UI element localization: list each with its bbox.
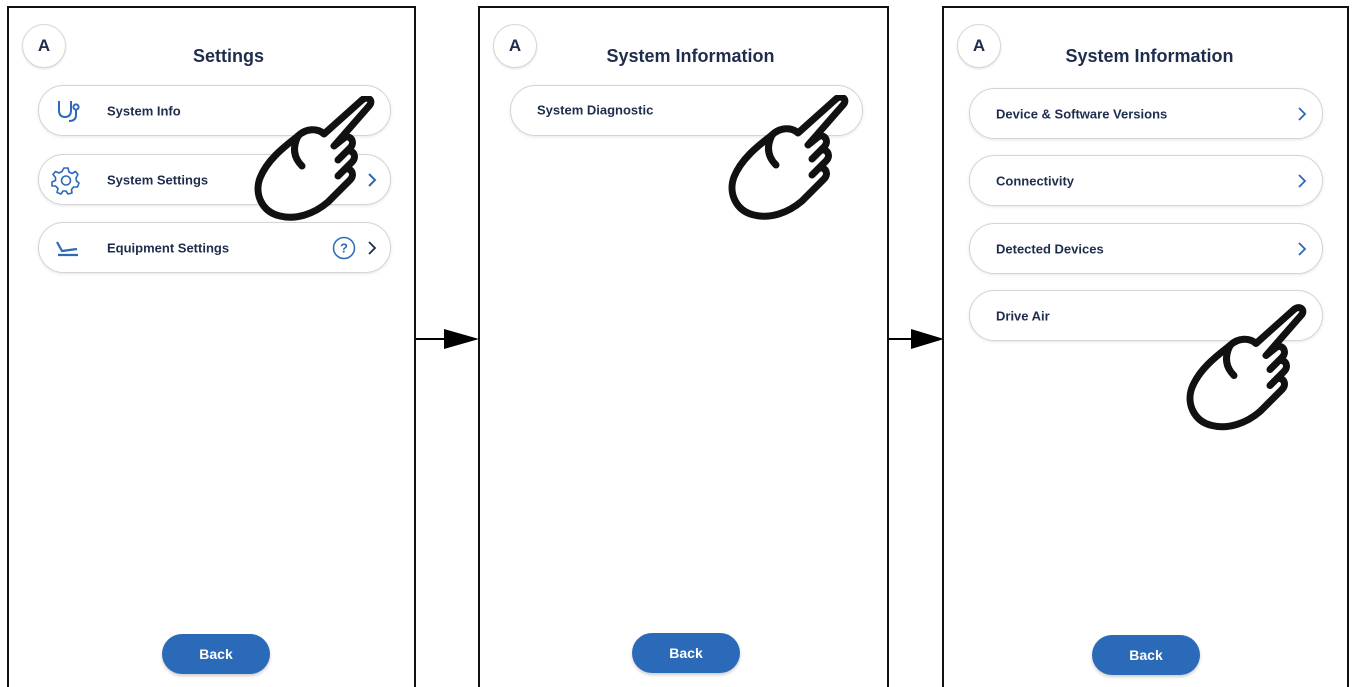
page-title: Settings — [192, 46, 264, 66]
back-button[interactable]: Back — [162, 634, 270, 674]
system-info-label: System Info — [107, 103, 181, 118]
equipment-settings-label: Equipment Settings — [107, 240, 230, 255]
pointing-hand-icon — [254, 96, 375, 221]
dental-chair-icon — [56, 240, 78, 256]
chevron-right-icon — [1298, 173, 1307, 188]
drive-air-label: Drive Air — [996, 308, 1050, 323]
detected-devices-label: Detected Devices — [996, 241, 1104, 256]
page-title: System Information — [1065, 46, 1234, 66]
flow-arrow-icon — [416, 329, 479, 349]
help-glyph: ? — [340, 240, 348, 255]
flow-arrow-icon — [889, 329, 944, 349]
chevron-right-icon — [1298, 241, 1307, 256]
device-software-versions-button[interactable]: Device & Software Versions — [969, 88, 1323, 139]
connectivity-button[interactable]: Connectivity — [969, 155, 1323, 206]
help-icon[interactable]: ? — [332, 236, 356, 260]
pointing-hand-icon — [728, 95, 849, 220]
device-software-versions-label: Device & Software Versions — [996, 106, 1168, 121]
back-button[interactable]: Back — [632, 633, 740, 673]
system-diagnostic-label: System Diagnostic — [537, 102, 654, 118]
pointing-hand-icon — [1186, 304, 1307, 431]
detected-devices-button[interactable]: Detected Devices — [969, 223, 1323, 274]
connectivity-label: Connectivity — [996, 173, 1075, 188]
equipment-settings-button[interactable]: Equipment Settings ? — [38, 222, 391, 273]
back-button[interactable]: Back — [1092, 635, 1200, 675]
page-title: System Information — [606, 46, 775, 66]
stethoscope-icon — [58, 100, 80, 122]
chevron-right-icon — [1298, 106, 1307, 121]
chevron-right-icon — [368, 240, 377, 255]
system-settings-label: System Settings — [107, 172, 209, 187]
gear-icon — [51, 166, 80, 195]
